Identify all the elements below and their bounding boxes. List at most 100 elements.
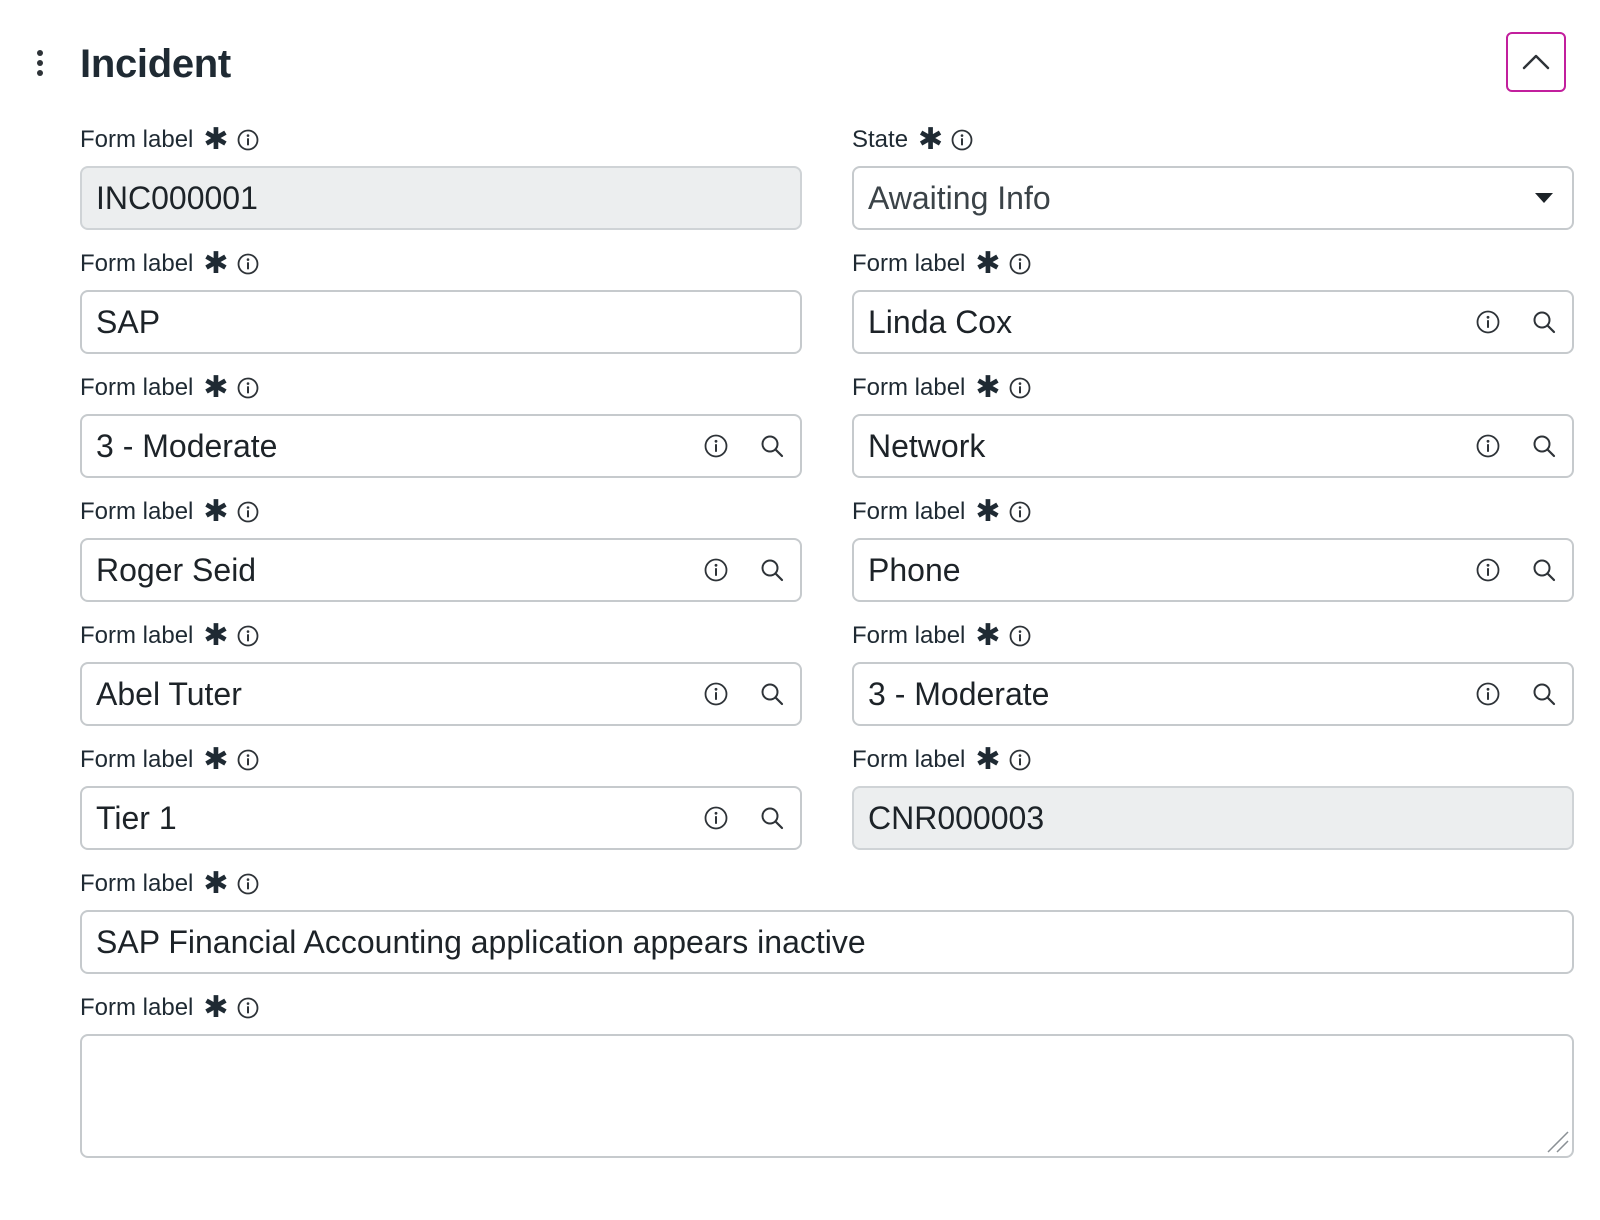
field-state: State ✱ Awaiting Info (852, 125, 1574, 230)
short-description-value: SAP Financial Accounting application app… (96, 923, 866, 960)
info-icon[interactable] (1460, 416, 1516, 476)
info-icon[interactable] (237, 253, 259, 275)
field-channel: Form label ✱ Phone (852, 497, 1574, 602)
impact-input[interactable]: 3 - Moderate (80, 414, 802, 478)
info-icon[interactable] (237, 749, 259, 771)
info-icon[interactable] (1460, 540, 1516, 600)
field-label: Form label (852, 498, 966, 525)
group-value: Tier 1 (96, 799, 177, 836)
short-description-input[interactable]: SAP Financial Accounting application app… (80, 910, 1574, 974)
search-icon[interactable] (1516, 664, 1572, 724)
info-icon[interactable] (1460, 292, 1516, 352)
info-icon[interactable] (688, 664, 744, 724)
search-icon[interactable] (1516, 540, 1572, 600)
channel-value: Phone (868, 551, 961, 588)
field-label: State (852, 126, 909, 153)
info-icon[interactable] (237, 377, 259, 399)
field-category: Form label ✱ Network (852, 373, 1574, 478)
more-options-icon[interactable] (30, 46, 50, 80)
info-icon[interactable] (1460, 664, 1516, 724)
required-icon: ✱ (203, 123, 229, 156)
field-group: Form label ✱ Tier 1 (80, 745, 802, 850)
field-label: Form label (80, 374, 194, 401)
caller-value: Linda Cox (868, 303, 1013, 340)
service-value: SAP (96, 303, 161, 340)
state-value: Awaiting Info (868, 179, 1051, 216)
field-label: Form label (80, 870, 194, 897)
required-icon: ✱ (203, 247, 229, 280)
required-icon: ✱ (203, 991, 229, 1024)
info-icon[interactable] (237, 873, 259, 895)
field-number: Form label ✱ INC000001 (80, 125, 802, 230)
channel-input[interactable]: Phone (852, 538, 1574, 602)
info-icon[interactable] (951, 129, 973, 151)
field-description: Form label ✱ (80, 993, 1574, 1158)
info-icon[interactable] (688, 416, 744, 476)
required-icon: ✱ (975, 743, 1001, 776)
description-textarea[interactable] (80, 1034, 1574, 1158)
search-icon[interactable] (744, 540, 800, 600)
field-opened-by: Form label ✱ Abel Tuter (80, 621, 802, 726)
info-icon[interactable] (688, 788, 744, 848)
required-icon: ✱ (203, 371, 229, 404)
info-icon[interactable] (1009, 749, 1031, 771)
caller-input[interactable]: Linda Cox (852, 290, 1574, 354)
info-icon[interactable] (1009, 625, 1031, 647)
required-icon: ✱ (975, 247, 1001, 280)
service-input[interactable]: SAP (80, 290, 802, 354)
search-icon[interactable] (1516, 292, 1572, 352)
impact-value: 3 - Moderate (96, 427, 278, 464)
required-icon: ✱ (975, 619, 1001, 652)
contract-input[interactable]: CNR000003 (852, 786, 1574, 850)
field-impact: Form label ✱ 3 - Moderate (80, 373, 802, 478)
search-icon[interactable] (744, 416, 800, 476)
assigned-to-input[interactable]: Roger Seid (80, 538, 802, 602)
info-icon[interactable] (1009, 501, 1031, 523)
field-service: Form label ✱ SAP (80, 249, 802, 354)
field-label: Form label (80, 994, 194, 1021)
field-label: Form label (852, 622, 966, 649)
category-value: Network (868, 427, 986, 464)
field-label: Form label (80, 126, 194, 153)
info-icon[interactable] (1009, 377, 1031, 399)
contract-value: CNR000003 (868, 799, 1045, 836)
group-input[interactable]: Tier 1 (80, 786, 802, 850)
urgency-value: 3 - Moderate (868, 675, 1050, 712)
chevron-up-icon (1522, 54, 1550, 70)
required-icon: ✱ (203, 495, 229, 528)
field-assigned-to: Form label ✱ Roger Seid (80, 497, 802, 602)
search-icon[interactable] (1516, 416, 1572, 476)
field-label: Form label (80, 622, 194, 649)
field-contract: Form label ✱ CNR000003 (852, 745, 1574, 850)
info-icon[interactable] (237, 997, 259, 1019)
info-icon[interactable] (1009, 253, 1031, 275)
info-icon[interactable] (688, 540, 744, 600)
collapse-button[interactable] (1506, 32, 1566, 92)
urgency-input[interactable]: 3 - Moderate (852, 662, 1574, 726)
search-icon[interactable] (744, 788, 800, 848)
field-urgency: Form label ✱ 3 - Moderate (852, 621, 1574, 726)
number-input[interactable]: INC000001 (80, 166, 802, 230)
number-value: INC000001 (96, 179, 258, 216)
field-label: Form label (852, 374, 966, 401)
search-icon[interactable] (744, 664, 800, 724)
required-icon: ✱ (918, 123, 944, 156)
field-label: Form label (80, 250, 194, 277)
required-icon: ✱ (975, 495, 1001, 528)
field-caller: Form label ✱ Linda Cox (852, 249, 1574, 354)
state-select[interactable]: Awaiting Info (852, 166, 1574, 230)
info-icon[interactable] (237, 501, 259, 523)
opened-by-input[interactable]: Abel Tuter (80, 662, 802, 726)
field-label: Form label (852, 250, 966, 277)
info-icon[interactable] (237, 625, 259, 647)
required-icon: ✱ (203, 743, 229, 776)
caret-down-icon[interactable] (1516, 168, 1572, 228)
info-icon[interactable] (237, 129, 259, 151)
field-label: Form label (80, 498, 194, 525)
field-label: Form label (80, 746, 194, 773)
category-input[interactable]: Network (852, 414, 1574, 478)
page-title: Incident (80, 42, 231, 86)
required-icon: ✱ (203, 619, 229, 652)
required-icon: ✱ (203, 867, 229, 900)
resize-handle-icon[interactable] (1544, 1128, 1570, 1154)
